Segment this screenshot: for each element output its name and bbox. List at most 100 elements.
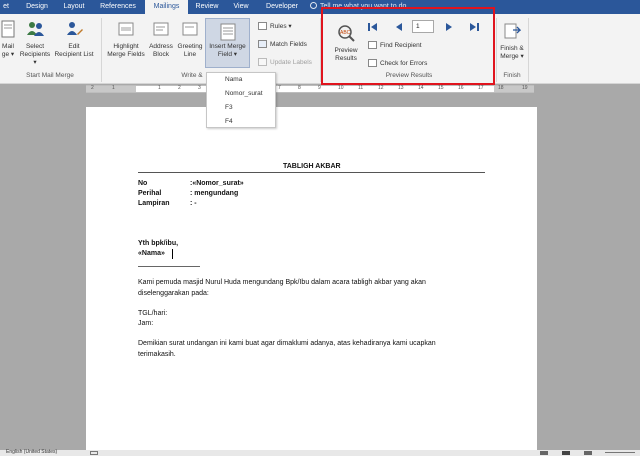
tab-review[interactable]: Review [190, 0, 224, 14]
ruler-number: 17 [478, 85, 484, 91]
finish-group-label: Finish [503, 72, 521, 79]
web-layout-icon[interactable] [584, 451, 592, 455]
update-labels-button[interactable]: Update Labels [258, 58, 312, 68]
match-fields-button[interactable]: Match Fields [258, 40, 307, 50]
paragraph-2-line-2: terimakasih. [138, 351, 176, 358]
edit-recipient-list-label-1: Edit [68, 43, 80, 50]
finish-merge-icon [504, 23, 522, 39]
jam-line: Jam: [138, 320, 154, 327]
ruler-number: 15 [438, 85, 444, 91]
edit-recipient-list-label-2: Recipient List [54, 51, 94, 58]
start-mail-merge-group-label: Start Mail Merge [26, 72, 74, 79]
select-recipients-label-1: Select [25, 43, 45, 50]
horizontal-ruler: 2 1 1 2 3 4 5 6 7 8 9 10 11 12 13 14 15 … [86, 85, 534, 93]
match-fields-icon [258, 40, 267, 48]
name-underline [138, 266, 200, 267]
recipient-greeting: Yth bpk/ibu, [138, 240, 179, 247]
address-block-button[interactable]: Address Block [147, 20, 175, 59]
ruler-number: 14 [418, 85, 424, 91]
merge-field-option-f3[interactable]: F3 [207, 101, 275, 115]
address-block-icon [153, 22, 169, 36]
start-mail-merge-button[interactable]: Mail ge ▾ [0, 20, 16, 59]
group-separator [101, 18, 102, 82]
ruler-number: 7 [278, 85, 281, 91]
rules-label: Rules ▾ [270, 23, 292, 30]
tgl-hari-line: TGL/hari: [138, 310, 168, 317]
people-icon [27, 22, 44, 36]
ruler-number: 3 [198, 85, 201, 91]
finish-merge-button[interactable]: Finish & Merge ▾ [498, 22, 526, 61]
ruler-number: 11 [358, 85, 364, 91]
insert-merge-field-button[interactable]: Insert Merge Field ▾ [205, 18, 250, 68]
language-indicator[interactable]: English (United States) [6, 449, 57, 455]
rules-icon [258, 22, 267, 30]
ruler-number: 13 [398, 85, 404, 91]
update-labels-icon [258, 58, 267, 66]
print-layout-icon[interactable] [562, 451, 570, 455]
ruler-number: 9 [318, 85, 321, 91]
tab-insert[interactable]: et [0, 0, 12, 14]
tab-mailings[interactable]: Mailings [145, 0, 188, 14]
paragraph-1-line-2: diselenggarakan pada: [138, 290, 209, 297]
finish-merge-label-1: Finish & [500, 45, 524, 52]
tab-references[interactable]: References [94, 0, 142, 14]
perihal-label: Perihal [138, 190, 162, 197]
ruler-number: 16 [458, 85, 464, 91]
document-title: TABLIGH AKBAR [283, 163, 341, 170]
tab-developer[interactable]: Developer [258, 0, 306, 14]
greeting-line-label-2: Line [183, 51, 197, 58]
tab-design[interactable]: Design [18, 0, 56, 14]
match-fields-label: Match Fields [270, 41, 307, 48]
accessibility-icon[interactable] [90, 451, 98, 455]
start-mail-merge-label-1: Mail [2, 43, 14, 50]
ruler-number: 8 [298, 85, 301, 91]
lampiran-label: Lampiran [138, 200, 170, 207]
ruler-number: 2 [178, 85, 181, 91]
finish-merge-label-2: Merge ▾ [500, 53, 524, 60]
status-bar: English (United States) [0, 449, 640, 456]
highlight-merge-fields-button[interactable]: Highlight Merge Fields [106, 20, 146, 59]
title-underline [138, 172, 485, 173]
tab-view[interactable]: View [226, 0, 256, 14]
paragraph-2-line-1: Demikian surat undangan ini kami buat ag… [138, 340, 436, 347]
address-block-label-2: Block [153, 51, 169, 58]
ruler-number: 12 [378, 85, 384, 91]
highlight-annotation-box [321, 7, 495, 85]
group-separator [496, 18, 497, 82]
nama-merge-field: «Nama» [138, 250, 165, 257]
document-page[interactable]: TABLIGH AKBAR No :«Nomor_surat» Perihal … [86, 107, 537, 450]
merge-field-option-nomor-surat[interactable]: Nomor_surat [207, 87, 275, 101]
tab-layout[interactable]: Layout [56, 0, 92, 14]
greeting-line-label-1: Greeting [177, 43, 203, 50]
merge-field-option-nama[interactable]: Nama [207, 73, 275, 87]
text-cursor [172, 249, 173, 259]
greeting-line-button[interactable]: Greeting Line [176, 20, 204, 59]
ribbon-mailings: Mail ge ▾ Select Recipients ▾ Edit Recip… [0, 14, 640, 84]
address-block-label-1: Address [149, 43, 173, 50]
no-label: No [138, 180, 148, 187]
insert-merge-field-label-1: Insert Merge [209, 43, 246, 50]
insert-merge-field-icon [220, 23, 236, 41]
edit-recipient-list-button[interactable]: Edit Recipient List [54, 20, 94, 59]
greeting-line-icon [182, 22, 198, 36]
group-separator [528, 18, 529, 82]
zoom-slider[interactable] [605, 452, 635, 453]
insert-merge-field-label-2: Field ▾ [217, 51, 238, 58]
read-mode-icon[interactable] [540, 451, 548, 455]
lightbulb-icon [310, 2, 317, 9]
merge-field-option-f4[interactable]: F4 [207, 115, 275, 129]
select-recipients-label-2: Recipients ▾ [19, 51, 51, 66]
update-labels-label: Update Labels [270, 59, 312, 66]
nomor-surat-field: :«Nomor_surat» [190, 180, 244, 187]
lampiran-value: : - [190, 200, 197, 207]
ruler-number: 18 [498, 85, 504, 91]
rules-button[interactable]: Rules ▾ [258, 22, 292, 32]
edit-people-icon [67, 22, 83, 35]
paragraph-1-line-1: Kami pemuda masjid Nurul Huda mengundang… [138, 279, 426, 286]
highlight-icon [118, 22, 134, 36]
insert-merge-field-dropdown: Nama Nomor_surat F3 F4 [206, 72, 276, 128]
highlight-label-2: Merge Fields [107, 51, 145, 58]
start-mail-merge-label-2: ge ▾ [1, 51, 15, 58]
select-recipients-button[interactable]: Select Recipients ▾ [18, 20, 52, 67]
ribbon-tab-bar: et Design Layout References Mailings Rev… [0, 0, 640, 14]
